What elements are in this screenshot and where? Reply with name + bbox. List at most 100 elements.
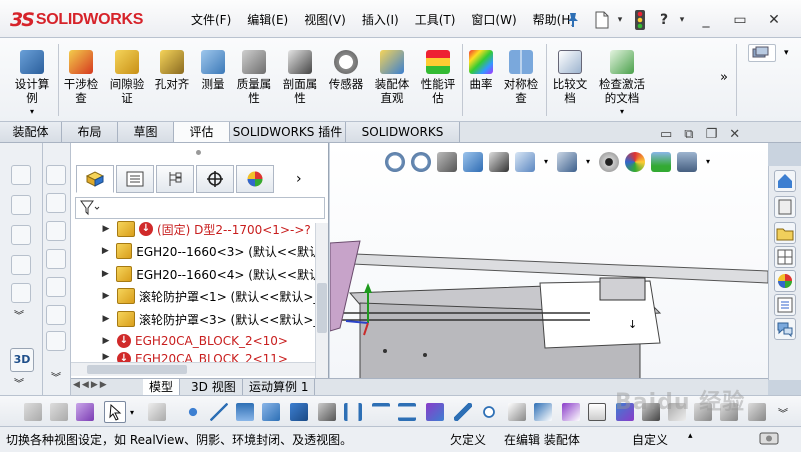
assembly-visualization-button[interactable]: 装配体 直观 — [370, 38, 414, 122]
menu-tools[interactable]: 工具(T) — [407, 11, 464, 29]
expand-arrow-icon[interactable]: ▶ — [99, 224, 113, 234]
extrude-icon[interactable] — [46, 221, 66, 241]
apply-scene-icon[interactable] — [651, 152, 671, 172]
solid-filter-icon[interactable] — [290, 403, 308, 421]
solidworks-logo[interactable]: 3S SOLIDWORKS — [10, 7, 143, 33]
hide-show-items-icon[interactable] — [599, 152, 619, 172]
measure-button[interactable]: 测量 — [196, 38, 230, 122]
sensor-button[interactable]: 传感器 — [324, 38, 368, 122]
clear-filter-icon[interactable] — [50, 403, 68, 421]
sketch-point-filter-icon[interactable] — [398, 403, 416, 421]
reference-geometry-icon[interactable] — [11, 283, 31, 303]
tab-solidworks-mbd[interactable]: SOLIDWORKS MBD — [346, 122, 460, 159]
hole-alignment-button[interactable]: 孔对齐 — [150, 38, 194, 122]
zoom-to-area-icon[interactable] — [411, 152, 431, 172]
tab-evaluate[interactable]: 评估 — [174, 122, 230, 142]
tree-item[interactable]: ▶ EGH20--1660<3> (默认<<默认 — [71, 240, 321, 262]
doc-tile-icon[interactable]: ⧉ — [684, 127, 693, 142]
check-dropdown-icon[interactable]: ▾ — [620, 107, 624, 116]
edge-filter-icon[interactable] — [210, 403, 228, 421]
tree-item[interactable]: ▶ ↓ EGH20CA_BLOCK_2<10> — [71, 330, 321, 352]
bom-icon[interactable] — [11, 255, 31, 275]
edit-appearance-icon[interactable] — [625, 152, 645, 172]
view-palette-icon[interactable] — [774, 246, 796, 268]
design-study-button[interactable]: 设计算 例 ▾ — [8, 38, 56, 122]
compare-documents-button[interactable]: 比较文 档 — [548, 38, 592, 122]
new-document-icon[interactable] — [591, 7, 613, 33]
forum-icon[interactable] — [774, 318, 796, 340]
sketch-entity-icon[interactable] — [46, 165, 66, 185]
origin-filter-icon[interactable] — [480, 403, 498, 421]
toolbar-overflow-button[interactable]: » — [720, 70, 728, 85]
view-orientation-dropdown-icon[interactable]: ▾ — [541, 152, 551, 172]
design-library-icon[interactable] — [774, 196, 796, 218]
expand-arrow-icon[interactable]: ▶ — [99, 269, 112, 279]
performance-evaluation-button[interactable]: 性能评 估 — [416, 38, 460, 122]
section-properties-button[interactable]: 剖面属 性 — [278, 38, 322, 122]
dynamic-annotation-icon[interactable] — [489, 152, 509, 172]
scrollbar-thumb[interactable] — [317, 283, 327, 333]
interference-check-button[interactable]: 干涉检 查 — [60, 38, 102, 122]
assembly-model[interactable] — [330, 143, 768, 380]
view-settings-icon[interactable] — [677, 152, 697, 172]
rebuild-traffic-light-icon[interactable] — [627, 7, 653, 33]
3d-view-button[interactable]: 3D — [10, 348, 34, 372]
panel-grip-icon[interactable] — [196, 150, 201, 155]
tab-solidworks-addins[interactable]: SOLIDWORKS 插件 — [230, 122, 346, 142]
sketch-segment-filter-icon[interactable] — [372, 403, 390, 421]
tree-item[interactable]: ▶ ↓ (固定) D型2--1700<1>->? — [71, 218, 321, 240]
mate-icon[interactable] — [11, 165, 31, 185]
menu-file[interactable]: 文件(F) — [183, 11, 239, 29]
move-component-icon[interactable] — [11, 195, 31, 215]
custom-properties-icon[interactable] — [774, 294, 796, 316]
select-other-icon[interactable] — [148, 403, 166, 421]
expand-down-icon[interactable]: ︾ — [14, 307, 24, 322]
surface-filter-icon[interactable] — [262, 403, 280, 421]
tab-scroll-arrows-icon[interactable]: ◀◀▶▶ — [73, 380, 109, 390]
help-button[interactable]: ? — [653, 7, 675, 33]
check-active-document-button[interactable]: 检查激活 的文档 ▾ — [594, 38, 650, 122]
close-button[interactable]: ✕ — [757, 7, 791, 33]
new-dropdown-icon[interactable]: ▾ — [613, 7, 627, 33]
mass-properties-button[interactable]: 质量属 性 — [232, 38, 276, 122]
bottom-toolbar-expand-icon[interactable]: ︾ — [778, 405, 788, 420]
fillet-icon[interactable] — [46, 331, 66, 351]
expand-arrow-icon[interactable]: ▶ — [99, 291, 113, 301]
expand-arrow-icon[interactable]: ▶ — [99, 246, 112, 256]
units-dropdown-icon[interactable]: ▴ — [688, 431, 693, 441]
graphics-viewport[interactable]: ↓ — [330, 143, 768, 380]
selection-filter-icon[interactable] — [76, 403, 94, 421]
toggle-filter-icon[interactable] — [748, 403, 766, 421]
doc-restore-icon[interactable]: ❐ — [706, 127, 718, 142]
tab-sketch[interactable]: 草图 — [118, 122, 174, 142]
curvature-button[interactable]: 曲率 — [465, 38, 497, 122]
tab-configuration-manager[interactable] — [156, 165, 194, 193]
tab-feature-tree[interactable] — [76, 165, 114, 193]
tree-horizontal-scrollbar[interactable] — [71, 362, 315, 376]
face-filter-icon[interactable] — [236, 403, 254, 421]
pin-icon[interactable] — [566, 12, 580, 28]
loft-icon[interactable] — [46, 305, 66, 325]
help-dropdown-icon[interactable]: ▾ — [675, 7, 689, 33]
tab-property-manager[interactable] — [116, 165, 154, 193]
menu-view[interactable]: 视图(V) — [296, 11, 354, 29]
section-view-icon[interactable] — [463, 152, 483, 172]
revolve-icon[interactable] — [46, 249, 66, 269]
menu-window[interactable]: 窗口(W) — [463, 11, 524, 29]
surface-finish-filter-icon[interactable] — [588, 403, 606, 421]
tabs-scroll-right-icon[interactable]: › — [296, 171, 302, 187]
toolbar-options-dropdown-icon[interactable]: ▾ — [784, 48, 789, 58]
tab-3d-views[interactable]: 3D 视图 — [185, 379, 243, 395]
minimize-button[interactable]: _ — [689, 7, 723, 33]
filter-funnel-icon[interactable] — [80, 200, 100, 219]
axis-filter-icon[interactable] — [318, 403, 336, 421]
plane-filter-icon[interactable] — [344, 403, 362, 421]
expand-down-icon-3[interactable]: ︾ — [51, 369, 61, 384]
tree-item[interactable]: ▶ EGH20--1660<4> (默认<<默认 — [71, 263, 321, 285]
doc-minimize-icon[interactable]: ▭ — [660, 127, 672, 142]
toolbar-options-icon[interactable] — [748, 44, 776, 62]
restore-button[interactable]: ▭ — [723, 7, 757, 33]
annotation-filter-icon[interactable] — [454, 403, 472, 421]
tab-display-manager[interactable] — [236, 165, 274, 193]
tolerance-filter-icon[interactable] — [562, 403, 580, 421]
